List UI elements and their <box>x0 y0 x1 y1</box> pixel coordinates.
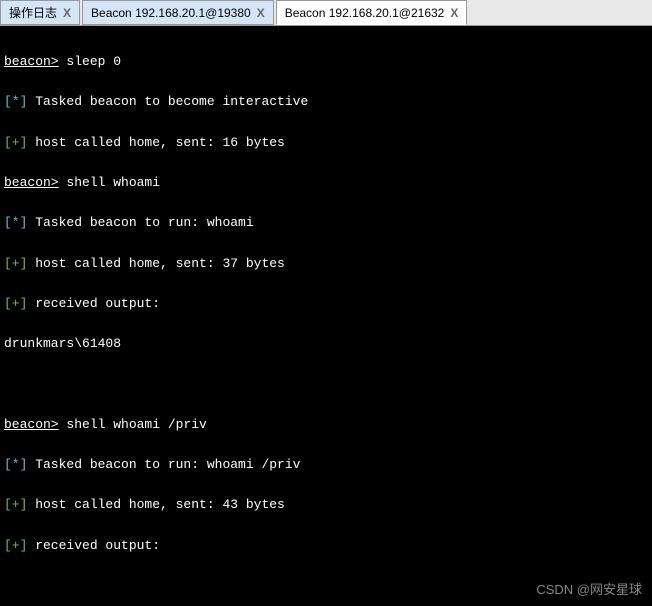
command-output: drunkmars\61408 <box>4 334 648 354</box>
tab-operation-log[interactable]: 操作日志 X <box>0 0 80 25</box>
tab-label: Beacon 192.168.20.1@21632 <box>285 6 445 20</box>
status-text: received output: <box>27 538 160 553</box>
status-prefix: [*] <box>4 215 27 230</box>
close-icon[interactable]: X <box>257 6 265 20</box>
status-prefix: [+] <box>4 135 27 150</box>
status-prefix: [+] <box>4 296 27 311</box>
status-prefix: [+] <box>4 497 27 512</box>
status-prefix: [+] <box>4 256 27 271</box>
close-icon[interactable]: X <box>63 6 71 20</box>
tab-label: 操作日志 <box>9 4 57 21</box>
command: shell whoami <box>66 175 160 190</box>
prompt: beacon> <box>4 175 59 190</box>
terminal-output[interactable]: beacon> sleep 0 [*] Tasked beacon to bec… <box>0 26 652 606</box>
status-prefix: [+] <box>4 538 27 553</box>
tab-beacon-1[interactable]: Beacon 192.168.20.1@19380 X <box>82 0 274 25</box>
tab-label: Beacon 192.168.20.1@19380 <box>91 6 251 20</box>
status-text: received output: <box>27 296 160 311</box>
prompt: beacon> <box>4 54 59 69</box>
close-icon[interactable]: X <box>450 6 458 20</box>
watermark: CSDN @网安星球 <box>536 579 642 598</box>
command: shell whoami /priv <box>66 417 206 432</box>
status-text: host called home, sent: 43 bytes <box>27 497 284 512</box>
status-text: Tasked beacon to run: whoami /priv <box>27 457 300 472</box>
status-text: Tasked beacon to become interactive <box>27 94 308 109</box>
status-text: host called home, sent: 16 bytes <box>27 135 284 150</box>
status-text: host called home, sent: 37 bytes <box>27 256 284 271</box>
tab-bar: 操作日志 X Beacon 192.168.20.1@19380 X Beaco… <box>0 0 652 26</box>
status-prefix: [*] <box>4 94 27 109</box>
tab-beacon-2[interactable]: Beacon 192.168.20.1@21632 X <box>276 0 468 25</box>
status-prefix: [*] <box>4 457 27 472</box>
command: sleep 0 <box>66 54 121 69</box>
prompt: beacon> <box>4 417 59 432</box>
status-text: Tasked beacon to run: whoami <box>27 215 253 230</box>
